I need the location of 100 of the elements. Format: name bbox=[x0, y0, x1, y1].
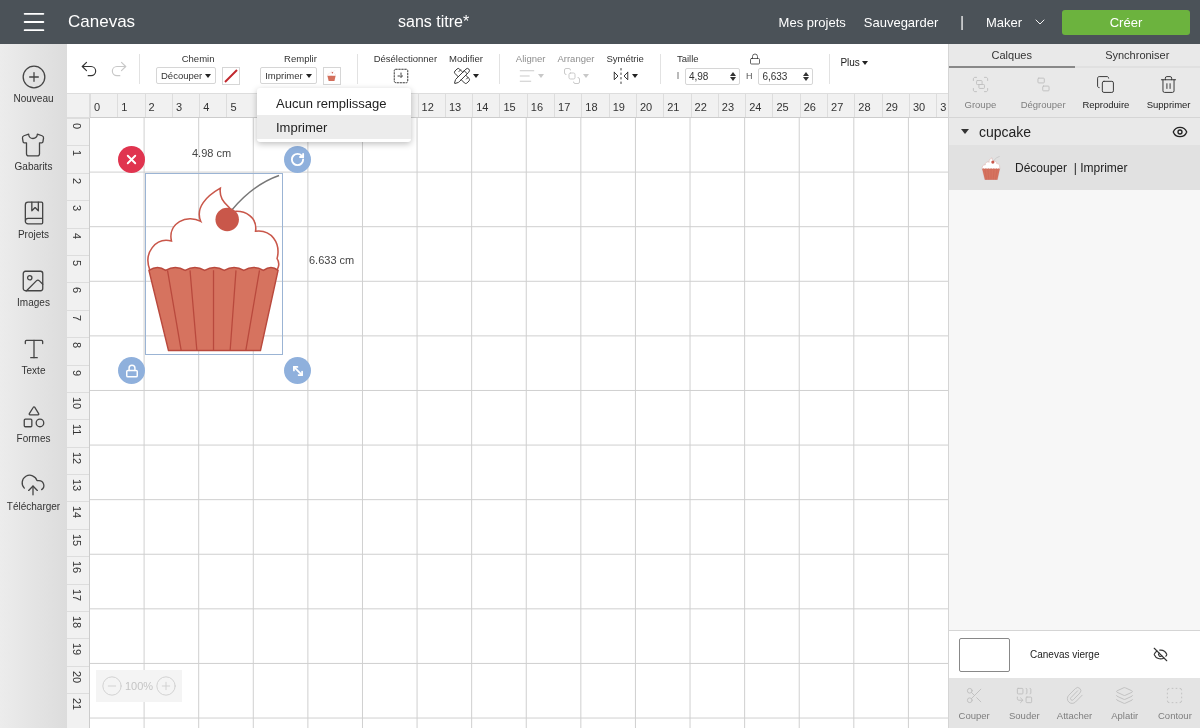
ruler-number: 28 bbox=[858, 101, 871, 113]
document-title: sans titre* bbox=[398, 13, 471, 31]
ruler-number: 15 bbox=[71, 533, 83, 547]
ruler-number: 4 bbox=[203, 101, 210, 113]
layer-action-button[interactable]: Reproduire bbox=[1074, 68, 1138, 117]
ruler-number: 13 bbox=[71, 479, 83, 492]
tool-label: Arranger bbox=[557, 52, 595, 64]
ruler-number: 29 bbox=[885, 101, 898, 113]
layer-action-button[interactable]: Supprimer bbox=[1137, 68, 1200, 117]
ruler-number: 21 bbox=[71, 698, 83, 711]
ruler-number: 18 bbox=[585, 101, 598, 113]
fill-select[interactable]: Imprimer bbox=[260, 67, 317, 84]
path-label: Chemin bbox=[181, 52, 215, 64]
weld-icon bbox=[1014, 685, 1034, 705]
ruler-number: 10 bbox=[71, 396, 83, 410]
ruler-number: 22 bbox=[694, 101, 707, 113]
ruler-number: 12 bbox=[421, 101, 434, 113]
ruler-number: 0 bbox=[71, 123, 83, 130]
sidebar-item[interactable]: Texte bbox=[20, 336, 47, 376]
ruler-number: 21 bbox=[667, 101, 680, 113]
ruler-number: 20 bbox=[639, 101, 653, 113]
paperclip-icon bbox=[1065, 685, 1084, 705]
mirror-icon bbox=[612, 66, 631, 85]
layer-item[interactable]: Découper | Imprimer bbox=[949, 145, 1200, 190]
resize-handle[interactable] bbox=[284, 357, 311, 384]
tool-label: Aligner bbox=[515, 52, 546, 64]
height-field[interactable]: 6,633 bbox=[758, 67, 814, 85]
machine-dropdown[interactable]: Maker bbox=[985, 14, 1048, 30]
duplicate-icon bbox=[1096, 75, 1116, 94]
lock-icon[interactable] bbox=[748, 52, 761, 65]
layer-label: Découper | Imprimer bbox=[1015, 160, 1128, 175]
tool-label: Symétrie bbox=[606, 52, 644, 64]
width-field[interactable]: 4,98 bbox=[684, 67, 740, 85]
ruler-number: 17 bbox=[558, 101, 571, 113]
upload-icon bbox=[20, 472, 47, 498]
tool-label: Désélectionner bbox=[373, 52, 438, 64]
cupcake-icon bbox=[981, 155, 1001, 180]
cupcake-icon bbox=[327, 70, 337, 81]
ruler-number: 18 bbox=[71, 616, 83, 629]
nav-link[interactable]: Sauvegarder bbox=[863, 14, 939, 30]
sidebar-item[interactable]: Projets bbox=[17, 200, 50, 240]
lock-handle[interactable] bbox=[118, 357, 145, 384]
separator: | bbox=[960, 14, 964, 30]
dashed-square-icon bbox=[392, 66, 411, 85]
sidebar-item[interactable]: Nouveau bbox=[13, 64, 54, 104]
slice-icon bbox=[964, 685, 984, 705]
expand-icon[interactable] bbox=[961, 129, 969, 134]
ruler-number: 23 bbox=[721, 101, 735, 113]
ruler-number: 12 bbox=[71, 451, 83, 464]
print-swatch[interactable] bbox=[322, 66, 341, 85]
sidebar-item[interactable]: Télécharger bbox=[6, 472, 61, 512]
ruler-number: 4 bbox=[71, 232, 83, 239]
ruler-number: 30 bbox=[912, 101, 926, 113]
height-prefix: H bbox=[745, 71, 753, 81]
ruler-number: 26 bbox=[803, 101, 816, 113]
sidebar-item[interactable]: Gabarits bbox=[14, 132, 53, 172]
ruler-number: 3 bbox=[175, 101, 182, 113]
fill-label: Remplir bbox=[284, 52, 317, 64]
nav-link[interactable]: Mes projets bbox=[778, 14, 846, 30]
sidebar-item[interactable]: Formes bbox=[16, 404, 51, 444]
sidebar-item[interactable]: Images bbox=[17, 268, 50, 308]
tool-button[interactable] bbox=[452, 66, 479, 85]
rotate-handle[interactable] bbox=[284, 146, 311, 173]
ruler-number: 6 bbox=[71, 287, 83, 294]
group-icon bbox=[970, 75, 990, 94]
tool-button[interactable] bbox=[612, 66, 639, 85]
ruler-number: 8 bbox=[71, 342, 83, 349]
trash-icon bbox=[1159, 75, 1179, 94]
layer-group[interactable]: cupcake bbox=[949, 118, 1200, 145]
ruler-number: 11 bbox=[71, 424, 83, 436]
ruler-number: 3 bbox=[940, 101, 947, 113]
ruler-number: 27 bbox=[831, 101, 844, 113]
ruler-number: 3 bbox=[71, 205, 83, 212]
ruler-number: 19 bbox=[71, 643, 83, 656]
ruler-number: 24 bbox=[749, 101, 762, 113]
canvas-thumbnail bbox=[959, 637, 1010, 672]
menu-item[interactable]: Imprimer bbox=[257, 115, 411, 139]
width-prefix: l bbox=[676, 71, 679, 81]
menu-item[interactable]: Aucun remplissage bbox=[257, 91, 411, 115]
ruler-number: 1 bbox=[121, 101, 128, 113]
blank-canvas-label: Canevas vierge bbox=[1030, 649, 1101, 660]
height-dimension: 6.633 cm bbox=[309, 254, 355, 266]
app-title: Canevas bbox=[68, 12, 137, 32]
ruler-number: 15 bbox=[503, 101, 516, 113]
ruler-number: 2 bbox=[148, 101, 155, 113]
hidden-eye-icon[interactable] bbox=[1153, 647, 1168, 662]
ruler-number: 7 bbox=[71, 314, 83, 321]
color-swatch[interactable] bbox=[222, 66, 241, 85]
path-select[interactable]: Découper bbox=[156, 67, 217, 84]
ruler-number: 5 bbox=[71, 259, 83, 267]
add-icon bbox=[20, 64, 47, 90]
tool-label: Modifier bbox=[449, 52, 483, 64]
ruler-number: 16 bbox=[530, 101, 543, 113]
more-button[interactable]: Plus bbox=[840, 57, 868, 68]
delete-handle[interactable] bbox=[118, 146, 145, 173]
layers-icon bbox=[1115, 685, 1135, 705]
ruler-number: 1 bbox=[71, 150, 83, 157]
ruler-number: 9 bbox=[71, 369, 83, 376]
ruler-number: 5 bbox=[230, 101, 237, 113]
ruler-number: 0 bbox=[94, 101, 101, 113]
